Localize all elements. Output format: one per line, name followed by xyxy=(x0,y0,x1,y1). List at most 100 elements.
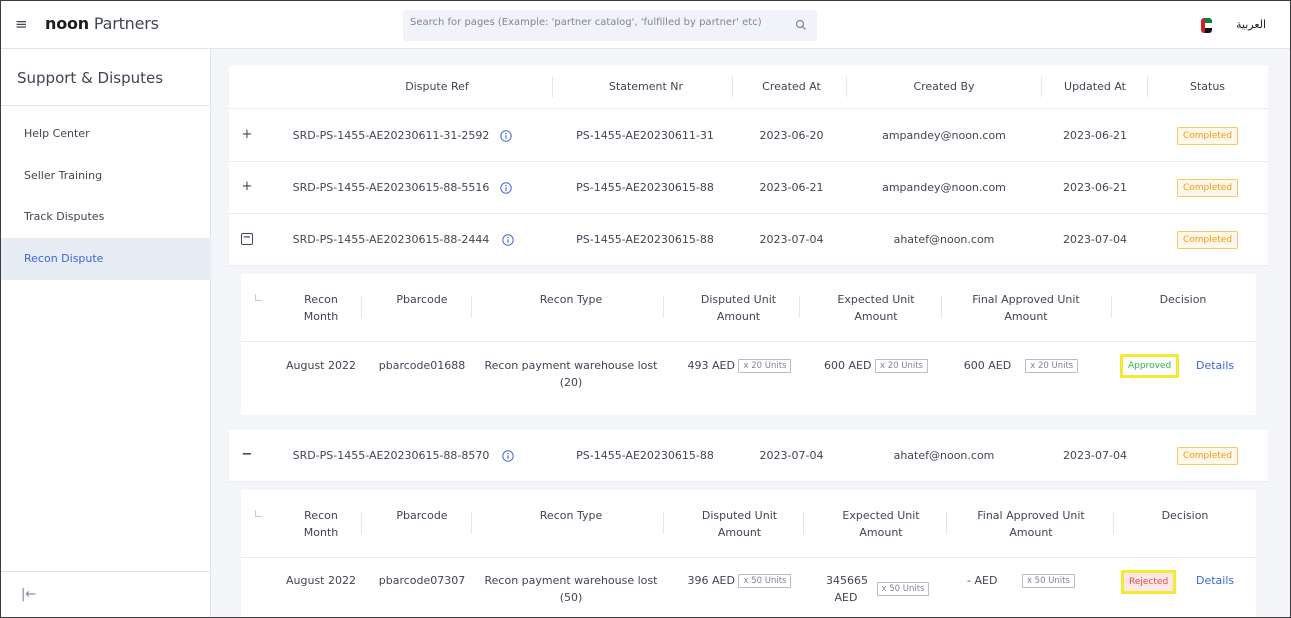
sidebar: Support & Disputes Help Center Seller Tr… xyxy=(1,49,211,617)
brand-bold: noon xyxy=(45,14,89,33)
tree-corner-icon xyxy=(255,510,262,517)
language-toggle[interactable]: العربية xyxy=(1236,18,1266,31)
dispute-ref: SRD-PS-1455-AE20230615-88-8570 xyxy=(292,449,490,462)
col-created-by[interactable]: Created By xyxy=(849,65,1039,109)
created-by: ampandey@noon.com xyxy=(882,181,1006,194)
units-tag: x 20 Units xyxy=(874,359,928,373)
sub-col-expected: Expected Unit Amount xyxy=(837,293,915,323)
statement-nr: PS-1455-AE20230611-31 xyxy=(576,129,714,142)
units-tag: x 50 Units xyxy=(1021,574,1075,588)
created-at: 2023-07-04 xyxy=(759,449,824,462)
recon-detail-panel: Recon Month Pbarcode Recon Type Disputed … xyxy=(229,266,1268,430)
pbarcode: pbarcode07307 xyxy=(378,574,466,587)
brand-logo[interactable]: noon Partners xyxy=(45,14,159,33)
uae-flag-icon[interactable] xyxy=(1201,18,1212,33)
expand-icon[interactable]: + xyxy=(241,128,253,141)
recon-detail-table: Recon Month Pbarcode Recon Type Disputed … xyxy=(241,274,1256,415)
status-badge: Completed xyxy=(1176,447,1239,465)
status-badge: Completed xyxy=(1176,231,1239,249)
disputed-amount: 493 AED x 20 Units xyxy=(677,357,802,374)
sub-col-final: Final Approved Unit Amount xyxy=(977,509,1085,539)
sub-col-disputed: Disputed Unit Amount xyxy=(701,509,778,539)
dispute-ref: SRD-PS-1455-AE20230615-88-2444 xyxy=(292,233,490,246)
expected-amount: 600 AED x 20 Units xyxy=(811,357,941,374)
recon-detail-table: Recon Month Pbarcode Recon Type Disputed … xyxy=(241,490,1256,617)
collapse-sidebar-icon[interactable]: |← xyxy=(21,587,36,602)
expected-units: x 50 Units xyxy=(873,580,933,597)
sub-col-final: Final Approved Unit Amount xyxy=(972,293,1080,323)
units-tag: x 50 Units xyxy=(738,574,792,588)
sub-col-recon-type: Recon Type xyxy=(539,293,603,306)
details-link[interactable]: Details xyxy=(1196,574,1234,587)
dispute-ref: SRD-PS-1455-AE20230611-31-2592 xyxy=(292,129,490,142)
sidebar-item-help-center[interactable]: Help Center xyxy=(1,113,211,155)
final-amount: - AED x 50 Units xyxy=(956,572,1086,589)
created-by: ampandey@noon.com xyxy=(882,129,1006,142)
sub-col-disputed: Disputed Unit Amount xyxy=(700,293,777,323)
table-row[interactable]: + SRD-PS-1455-AE20230611-31-2592 PS-1455… xyxy=(229,110,1268,162)
created-by: ahatef@noon.com xyxy=(893,233,995,246)
sub-col-pbarcode: Pbarcode xyxy=(396,293,448,306)
created-by: ahatef@noon.com xyxy=(893,449,995,462)
sub-col-expected: Expected Unit Amount xyxy=(842,509,920,539)
units-tag: x 20 Units xyxy=(1025,359,1079,373)
sub-col-recon-type: Recon Type xyxy=(539,509,603,522)
expected-amount: 345665 AED xyxy=(826,574,868,604)
statement-nr: PS-1455-AE20230615-88 xyxy=(576,449,714,462)
pbarcode: pbarcode01688 xyxy=(378,359,466,372)
updated-at: 2023-06-21 xyxy=(1063,129,1127,142)
details-link[interactable]: Details xyxy=(1196,359,1234,372)
disputes-table: Dispute Ref Statement Nr Created At Crea… xyxy=(229,65,1268,617)
brand-rest: Partners xyxy=(93,14,159,33)
col-dispute-ref[interactable]: Dispute Ref xyxy=(317,65,557,109)
col-updated-at[interactable]: Updated At xyxy=(1044,65,1146,109)
recon-type: Recon payment warehouse lost (50) xyxy=(484,574,658,604)
created-at: 2023-07-04 xyxy=(759,233,824,246)
info-icon[interactable] xyxy=(502,450,514,462)
table-row[interactable]: − SRD-PS-1455-AE20230615-88-2444 PS-1455… xyxy=(229,214,1268,266)
decision-badge: Approved xyxy=(1120,354,1180,378)
info-icon[interactable] xyxy=(500,182,512,194)
info-icon[interactable] xyxy=(500,130,512,142)
dispute-ref: SRD-PS-1455-AE20230615-88-5516 xyxy=(292,181,490,194)
top-bar: ≡ noon Partners العربية xyxy=(1,1,1290,49)
updated-at: 2023-07-04 xyxy=(1063,449,1127,462)
expand-icon[interactable]: + xyxy=(241,180,253,193)
info-icon[interactable] xyxy=(502,234,514,246)
status-badge: Completed xyxy=(1176,179,1239,197)
hamburger-icon[interactable]: ≡ xyxy=(15,15,28,33)
units-tag: x 20 Units xyxy=(738,359,792,373)
sub-col-recon-month: Recon Month xyxy=(303,509,339,539)
table-row[interactable]: − SRD-PS-1455-AE20230615-88-8570 PS-1455… xyxy=(229,430,1268,482)
disputed-amount: 396 AED x 50 Units xyxy=(677,572,802,589)
sub-col-pbarcode: Pbarcode xyxy=(396,509,448,522)
statement-nr: PS-1455-AE20230615-88 xyxy=(576,233,714,246)
final-amount: 600 AED x 20 Units xyxy=(956,357,1086,374)
recon-month: August 2022 xyxy=(286,574,356,587)
updated-at: 2023-06-21 xyxy=(1063,181,1127,194)
units-tag: x 50 Units xyxy=(876,582,930,596)
statement-nr: PS-1455-AE20230615-88 xyxy=(576,181,714,194)
sub-col-recon-month: Recon Month xyxy=(303,293,339,323)
sidebar-bottom-divider xyxy=(1,571,211,572)
collapse-icon[interactable]: − xyxy=(241,233,253,245)
sub-col-decision: Decision xyxy=(1161,509,1209,522)
sub-col-decision: Decision xyxy=(1159,293,1207,306)
sidebar-item-track-disputes[interactable]: Track Disputes xyxy=(1,196,211,238)
col-statement-nr[interactable]: Statement Nr xyxy=(555,65,737,109)
updated-at: 2023-07-04 xyxy=(1063,233,1127,246)
sidebar-item-recon-dispute[interactable]: Recon Dispute xyxy=(1,238,211,280)
sidebar-divider xyxy=(1,105,211,106)
table-row[interactable]: + SRD-PS-1455-AE20230615-88-5516 PS-1455… xyxy=(229,162,1268,214)
collapse-icon[interactable]: − xyxy=(241,448,253,461)
search-input[interactable] xyxy=(410,17,780,28)
col-created-at[interactable]: Created At xyxy=(734,65,849,109)
col-status[interactable]: Status xyxy=(1149,65,1266,109)
search-box[interactable] xyxy=(403,10,817,41)
sidebar-item-seller-training[interactable]: Seller Training xyxy=(1,155,211,197)
recon-type: Recon payment warehouse lost (20) xyxy=(484,359,658,389)
sidebar-title: Support & Disputes xyxy=(17,69,164,87)
recon-month: August 2022 xyxy=(286,359,356,372)
app-window: ≡ noon Partners العربية Support & Disput… xyxy=(0,0,1291,618)
search-icon[interactable] xyxy=(795,19,807,31)
